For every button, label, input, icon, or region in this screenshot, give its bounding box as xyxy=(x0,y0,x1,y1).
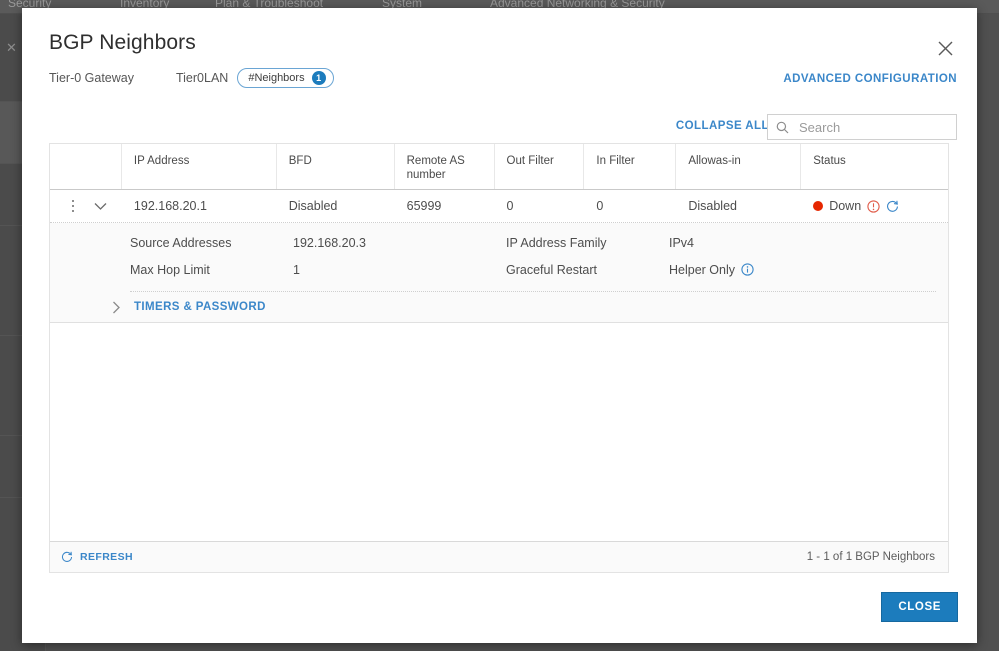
gateway-type-label: Tier-0 Gateway xyxy=(49,71,134,85)
page-title: BGP Neighbors xyxy=(49,31,196,54)
cell-remote-as: 65999 xyxy=(406,199,442,213)
search-box[interactable] xyxy=(767,114,957,140)
overflow-menu-icon[interactable] xyxy=(64,199,82,213)
detail-label: Source Addresses xyxy=(130,235,232,250)
table-empty-area xyxy=(50,323,948,541)
table-header-row: IP Address BFD Remote AS number Out Filt… xyxy=(50,144,948,190)
detail-row: Max Hop Limit 1 xyxy=(130,256,480,283)
search-icon xyxy=(776,121,789,133)
cell-out-filter: 0 xyxy=(506,199,514,213)
collapse-all-button[interactable]: COLLAPSE ALL xyxy=(676,120,769,132)
cell-bfd: Disabled xyxy=(288,199,338,213)
status-label: Down xyxy=(829,199,862,213)
detail-label: Max Hop Limit xyxy=(130,262,210,277)
bgp-neighbors-dialog: BGP Neighbors Tier-0 Gateway Tier0LAN #N… xyxy=(22,8,977,643)
chevron-down-icon[interactable] xyxy=(94,202,107,211)
column-header-bfd[interactable]: BFD xyxy=(277,144,395,189)
detail-row: Graceful Restart Helper Only xyxy=(506,256,900,283)
cell-ip-address: 192.168.20.1 xyxy=(133,199,207,213)
refresh-label: REFRESH xyxy=(80,551,133,563)
close-icon[interactable] xyxy=(933,36,957,60)
search-input[interactable] xyxy=(797,118,947,136)
detail-label: IP Address Family xyxy=(506,235,607,250)
table-footer: REFRESH 1 - 1 of 1 BGP Neighbors xyxy=(50,541,948,572)
gateway-name-label: Tier0LAN xyxy=(175,71,229,85)
detail-row: Source Addresses 192.168.20.3 xyxy=(130,229,480,256)
chevron-left-icon: ✕ xyxy=(6,40,17,55)
error-circle-icon[interactable] xyxy=(867,199,880,213)
row-action-area xyxy=(50,199,122,213)
detail-label: Graceful Restart xyxy=(506,262,598,277)
refresh-icon[interactable] xyxy=(886,200,899,213)
close-button[interactable]: CLOSE xyxy=(881,592,958,622)
detail-value: IPv4 xyxy=(669,235,695,250)
detail-column-left: Source Addresses 192.168.20.3 Max Hop Li… xyxy=(50,229,480,283)
status-dot-icon xyxy=(813,201,824,211)
refresh-button[interactable]: REFRESH xyxy=(61,551,133,563)
advanced-configuration-link[interactable]: ADVANCED CONFIGURATION xyxy=(783,73,957,85)
neighbors-chip-count: 1 xyxy=(311,71,326,85)
refresh-icon xyxy=(61,551,73,563)
column-header-remote-as[interactable]: Remote AS number xyxy=(395,144,495,189)
breadcrumb: Tier-0 Gateway Tier0LAN #Neighbors 1 xyxy=(49,68,334,88)
cell-allowas-in: Disabled xyxy=(688,199,737,213)
timers-password-section[interactable]: TIMERS & PASSWORD xyxy=(50,292,948,322)
cell-in-filter: 0 xyxy=(596,199,604,213)
detail-row: IP Address Family IPv4 xyxy=(506,229,900,256)
neighbors-chip-label: #Neighbors xyxy=(248,72,305,84)
status-badge: Down xyxy=(801,199,948,213)
info-circle-icon[interactable] xyxy=(741,263,754,276)
column-header-out-filter[interactable]: Out Filter xyxy=(495,144,585,189)
column-header-status[interactable]: Status xyxy=(801,144,948,189)
detail-value: Helper Only xyxy=(669,263,754,277)
column-header-in-filter[interactable]: In Filter xyxy=(584,144,677,189)
table-body: 192.168.20.1 Disabled 65999 0 0 Disabled… xyxy=(50,190,948,541)
table-row[interactable]: 192.168.20.1 Disabled 65999 0 0 Disabled… xyxy=(50,190,948,223)
bgp-neighbors-table: IP Address BFD Remote AS number Out Filt… xyxy=(49,143,949,573)
pagination-text: 1 - 1 of 1 BGP Neighbors xyxy=(806,551,935,563)
detail-column-right: IP Address Family IPv4 Graceful Restart … xyxy=(480,229,900,283)
detail-value: 192.168.20.3 xyxy=(293,235,366,250)
column-header-ip-address[interactable]: IP Address xyxy=(122,144,277,189)
column-header-actions xyxy=(50,144,122,189)
detail-value: 1 xyxy=(293,262,300,277)
row-detail-panel: Source Addresses 192.168.20.3 Max Hop Li… xyxy=(50,223,948,323)
column-header-allowas-in[interactable]: Allowas-in xyxy=(676,144,802,189)
detail-value-text: Helper Only xyxy=(669,262,735,277)
chevron-right-icon[interactable] xyxy=(112,301,121,314)
neighbors-chip[interactable]: #Neighbors 1 xyxy=(237,68,334,88)
timers-password-label[interactable]: TIMERS & PASSWORD xyxy=(134,301,266,313)
